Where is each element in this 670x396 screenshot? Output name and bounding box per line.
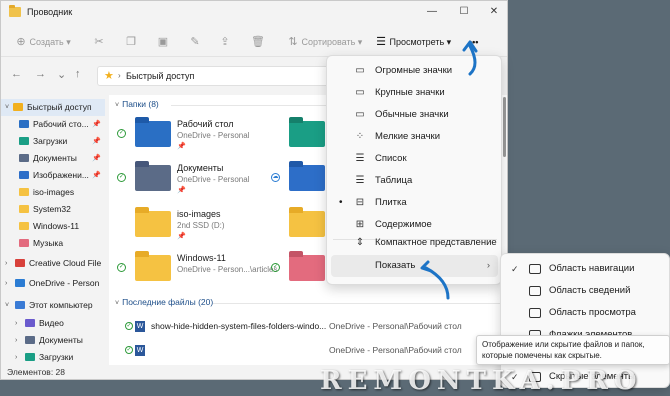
- annotation-arrow: [424, 266, 450, 300]
- annotation-arrowhead: [420, 260, 433, 273]
- annotation-arrows: [420, 40, 478, 300]
